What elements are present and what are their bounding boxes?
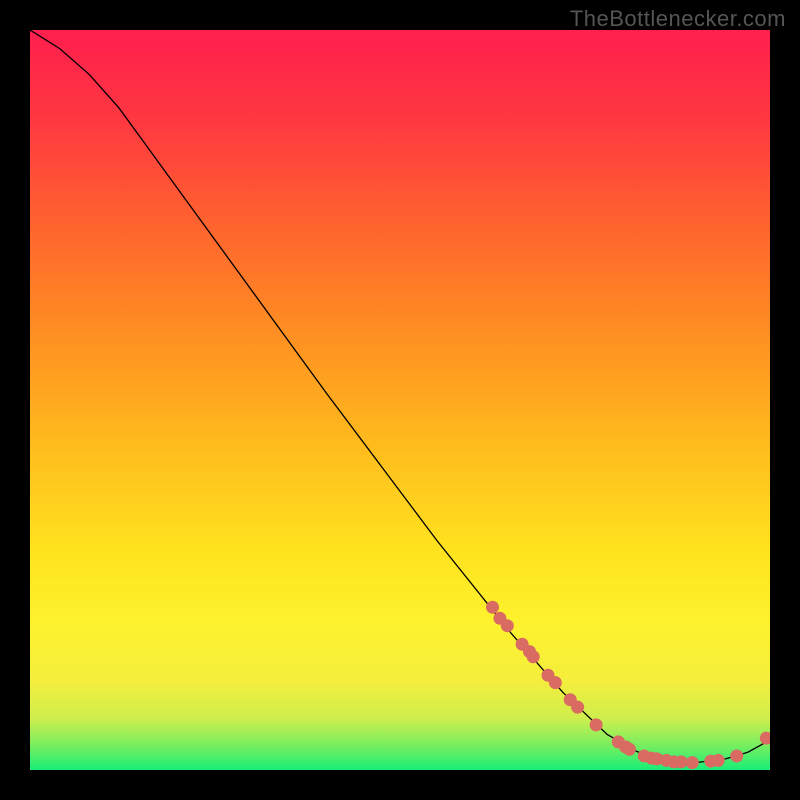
watermark-label: TheBottlenecker.com bbox=[570, 6, 786, 32]
data-point bbox=[590, 718, 603, 731]
data-point bbox=[527, 650, 540, 663]
data-point bbox=[623, 743, 636, 756]
plot-area bbox=[30, 30, 770, 770]
data-point bbox=[486, 601, 499, 614]
data-point bbox=[571, 701, 584, 714]
data-point bbox=[549, 676, 562, 689]
data-point bbox=[501, 619, 514, 632]
gradient-background bbox=[30, 30, 770, 770]
data-point bbox=[675, 755, 688, 768]
data-point bbox=[712, 754, 725, 767]
chart-svg bbox=[30, 30, 770, 770]
data-point bbox=[686, 756, 699, 769]
chart-frame: TheBottlenecker.com bbox=[0, 0, 800, 800]
data-point bbox=[730, 749, 743, 762]
